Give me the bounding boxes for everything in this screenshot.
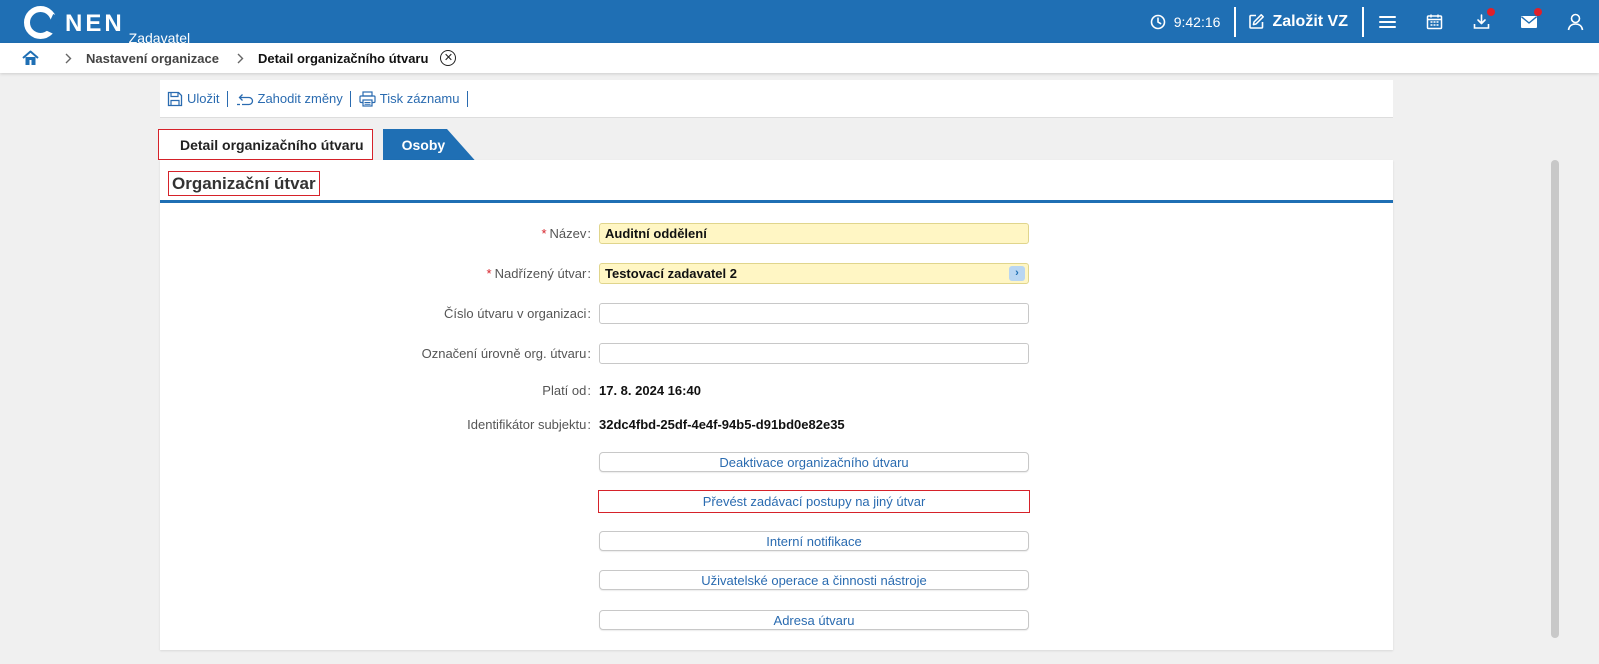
form-row-valid-from: Platí od: 17. 8. 2024 16:40 [160, 379, 1393, 401]
save-icon [167, 91, 183, 106]
chevron-right-icon[interactable]: › [1009, 265, 1025, 281]
page-scrollbar[interactable] [1551, 160, 1559, 638]
menu-icon [1379, 15, 1396, 28]
required-marker: * [486, 265, 492, 281]
mail-button[interactable] [1505, 0, 1552, 43]
menu-button[interactable] [1364, 0, 1411, 43]
discard-changes-button[interactable]: Zahodit změny [236, 91, 350, 106]
create-tender-label: Založit VZ [1272, 12, 1348, 30]
unit-address-button[interactable]: Adresa útvaru [599, 610, 1029, 630]
calendar-button[interactable] [1411, 0, 1458, 43]
print-record-button[interactable]: Tisk záznamu [359, 90, 467, 107]
user-operations-button[interactable]: Uživatelské operace a činnosti nástroje [599, 570, 1029, 590]
field-label: * Nadřízený útvar: [486, 265, 591, 281]
tab-detail[interactable]: Detail organizačního útvaru [158, 129, 373, 160]
top-actions: 9:42:16 Založit VZ [1150, 0, 1599, 43]
toolbar-divider [349, 90, 351, 107]
breadcrumb-item-current: Detail organizačního útvaru [257, 50, 429, 66]
field-label: Označení úrovně org. útvaru: [421, 345, 591, 361]
valid-from-value: 17. 8. 2024 16:40 [599, 382, 701, 398]
internal-notifications-button[interactable]: Interní notifikace [599, 531, 1029, 551]
chevron-right-icon [237, 53, 244, 64]
form-row-unit-level: Označení úrovně org. útvaru: [160, 342, 1393, 364]
transfer-procedures-button[interactable]: Převést zadávací postupy na jiný útvar [598, 490, 1030, 513]
toolbar-divider [466, 90, 468, 107]
logo-text: NEN [65, 10, 125, 37]
tab-osoby[interactable]: Osoby [383, 129, 475, 160]
home-icon [22, 50, 39, 65]
unit-level-input[interactable] [599, 342, 1029, 364]
form-row-parent-unit: * Nadřízený útvar: Testovací zadavatel 2 … [160, 262, 1393, 284]
top-bar: NEN Zadavatel 9:42:16 Založit VZ [0, 0, 1599, 45]
download-button[interactable] [1458, 0, 1505, 43]
home-button[interactable] [22, 50, 39, 66]
user-button[interactable] [1552, 0, 1599, 43]
logo-ring-icon [24, 6, 57, 39]
form-row-nazev: * Název: Auditní oddělení [160, 222, 1393, 244]
detail-tabs: Detail organizačního útvaru Osoby [158, 129, 475, 160]
field-label: * Název: [541, 225, 591, 241]
session-time: 9:42:16 [1173, 13, 1221, 30]
undo-icon [236, 93, 253, 105]
print-icon [359, 90, 376, 107]
close-tab-icon[interactable]: ✕ [440, 50, 457, 66]
edit-icon [1249, 14, 1265, 29]
unit-number-input[interactable] [599, 302, 1029, 324]
mail-badge [1534, 8, 1542, 16]
save-label: Uložit [187, 91, 220, 106]
detail-panel: Organizační útvar * Název: Auditní odděle… [160, 160, 1393, 650]
record-toolbar: Uložit Zahodit změny Tisk záznamu [160, 80, 1393, 118]
calendar-icon [1426, 14, 1443, 30]
breadcrumb-item-settings[interactable]: Nastavení organizace [86, 51, 219, 66]
field-label: Číslo útvaru v organizaci: [444, 305, 591, 321]
parent-unit-value: Testovací zadavatel 2 [605, 265, 737, 281]
save-button[interactable]: Uložit [167, 91, 227, 107]
discard-changes-label: Zahodit změny [257, 91, 343, 106]
nen-logo[interactable]: NEN Zadavatel [24, 6, 190, 45]
section-title: Organizační útvar [168, 171, 320, 196]
section-header: Organizační útvar [160, 160, 1393, 203]
session-timer: 9:42:16 [1150, 13, 1221, 30]
required-marker: * [541, 225, 547, 241]
print-record-label: Tisk záznamu [379, 91, 460, 106]
field-label: Identifikátor subjektu: [467, 416, 591, 432]
name-input[interactable]: Auditní oddělení [599, 222, 1029, 244]
parent-unit-input[interactable]: Testovací zadavatel 2 › [599, 262, 1029, 284]
download-badge [1487, 8, 1495, 16]
user-icon [1567, 13, 1584, 30]
chevron-right-icon [65, 53, 72, 64]
tab-osoby-label: Osoby [401, 136, 446, 153]
subject-id-value: 32dc4fbd-25df-4e4f-94b5-d91bd0e82e35 [599, 416, 845, 432]
mail-icon [1520, 15, 1537, 28]
download-icon [1473, 14, 1490, 29]
toolbar-divider [226, 90, 228, 107]
form-row-subject-id: Identifikátor subjektu: 32dc4fbd-25df-4e… [160, 413, 1393, 435]
form-row-unit-number: Číslo útvaru v organizaci: [160, 302, 1393, 324]
deactivate-unit-button[interactable]: Deaktivace organizačního útvaru [599, 452, 1029, 472]
clock-icon [1150, 14, 1166, 29]
create-tender-button[interactable]: Založit VZ [1236, 13, 1362, 31]
field-label: Platí od: [542, 382, 591, 398]
breadcrumb: Nastavení organizace Detail organizačníh… [0, 43, 1599, 73]
